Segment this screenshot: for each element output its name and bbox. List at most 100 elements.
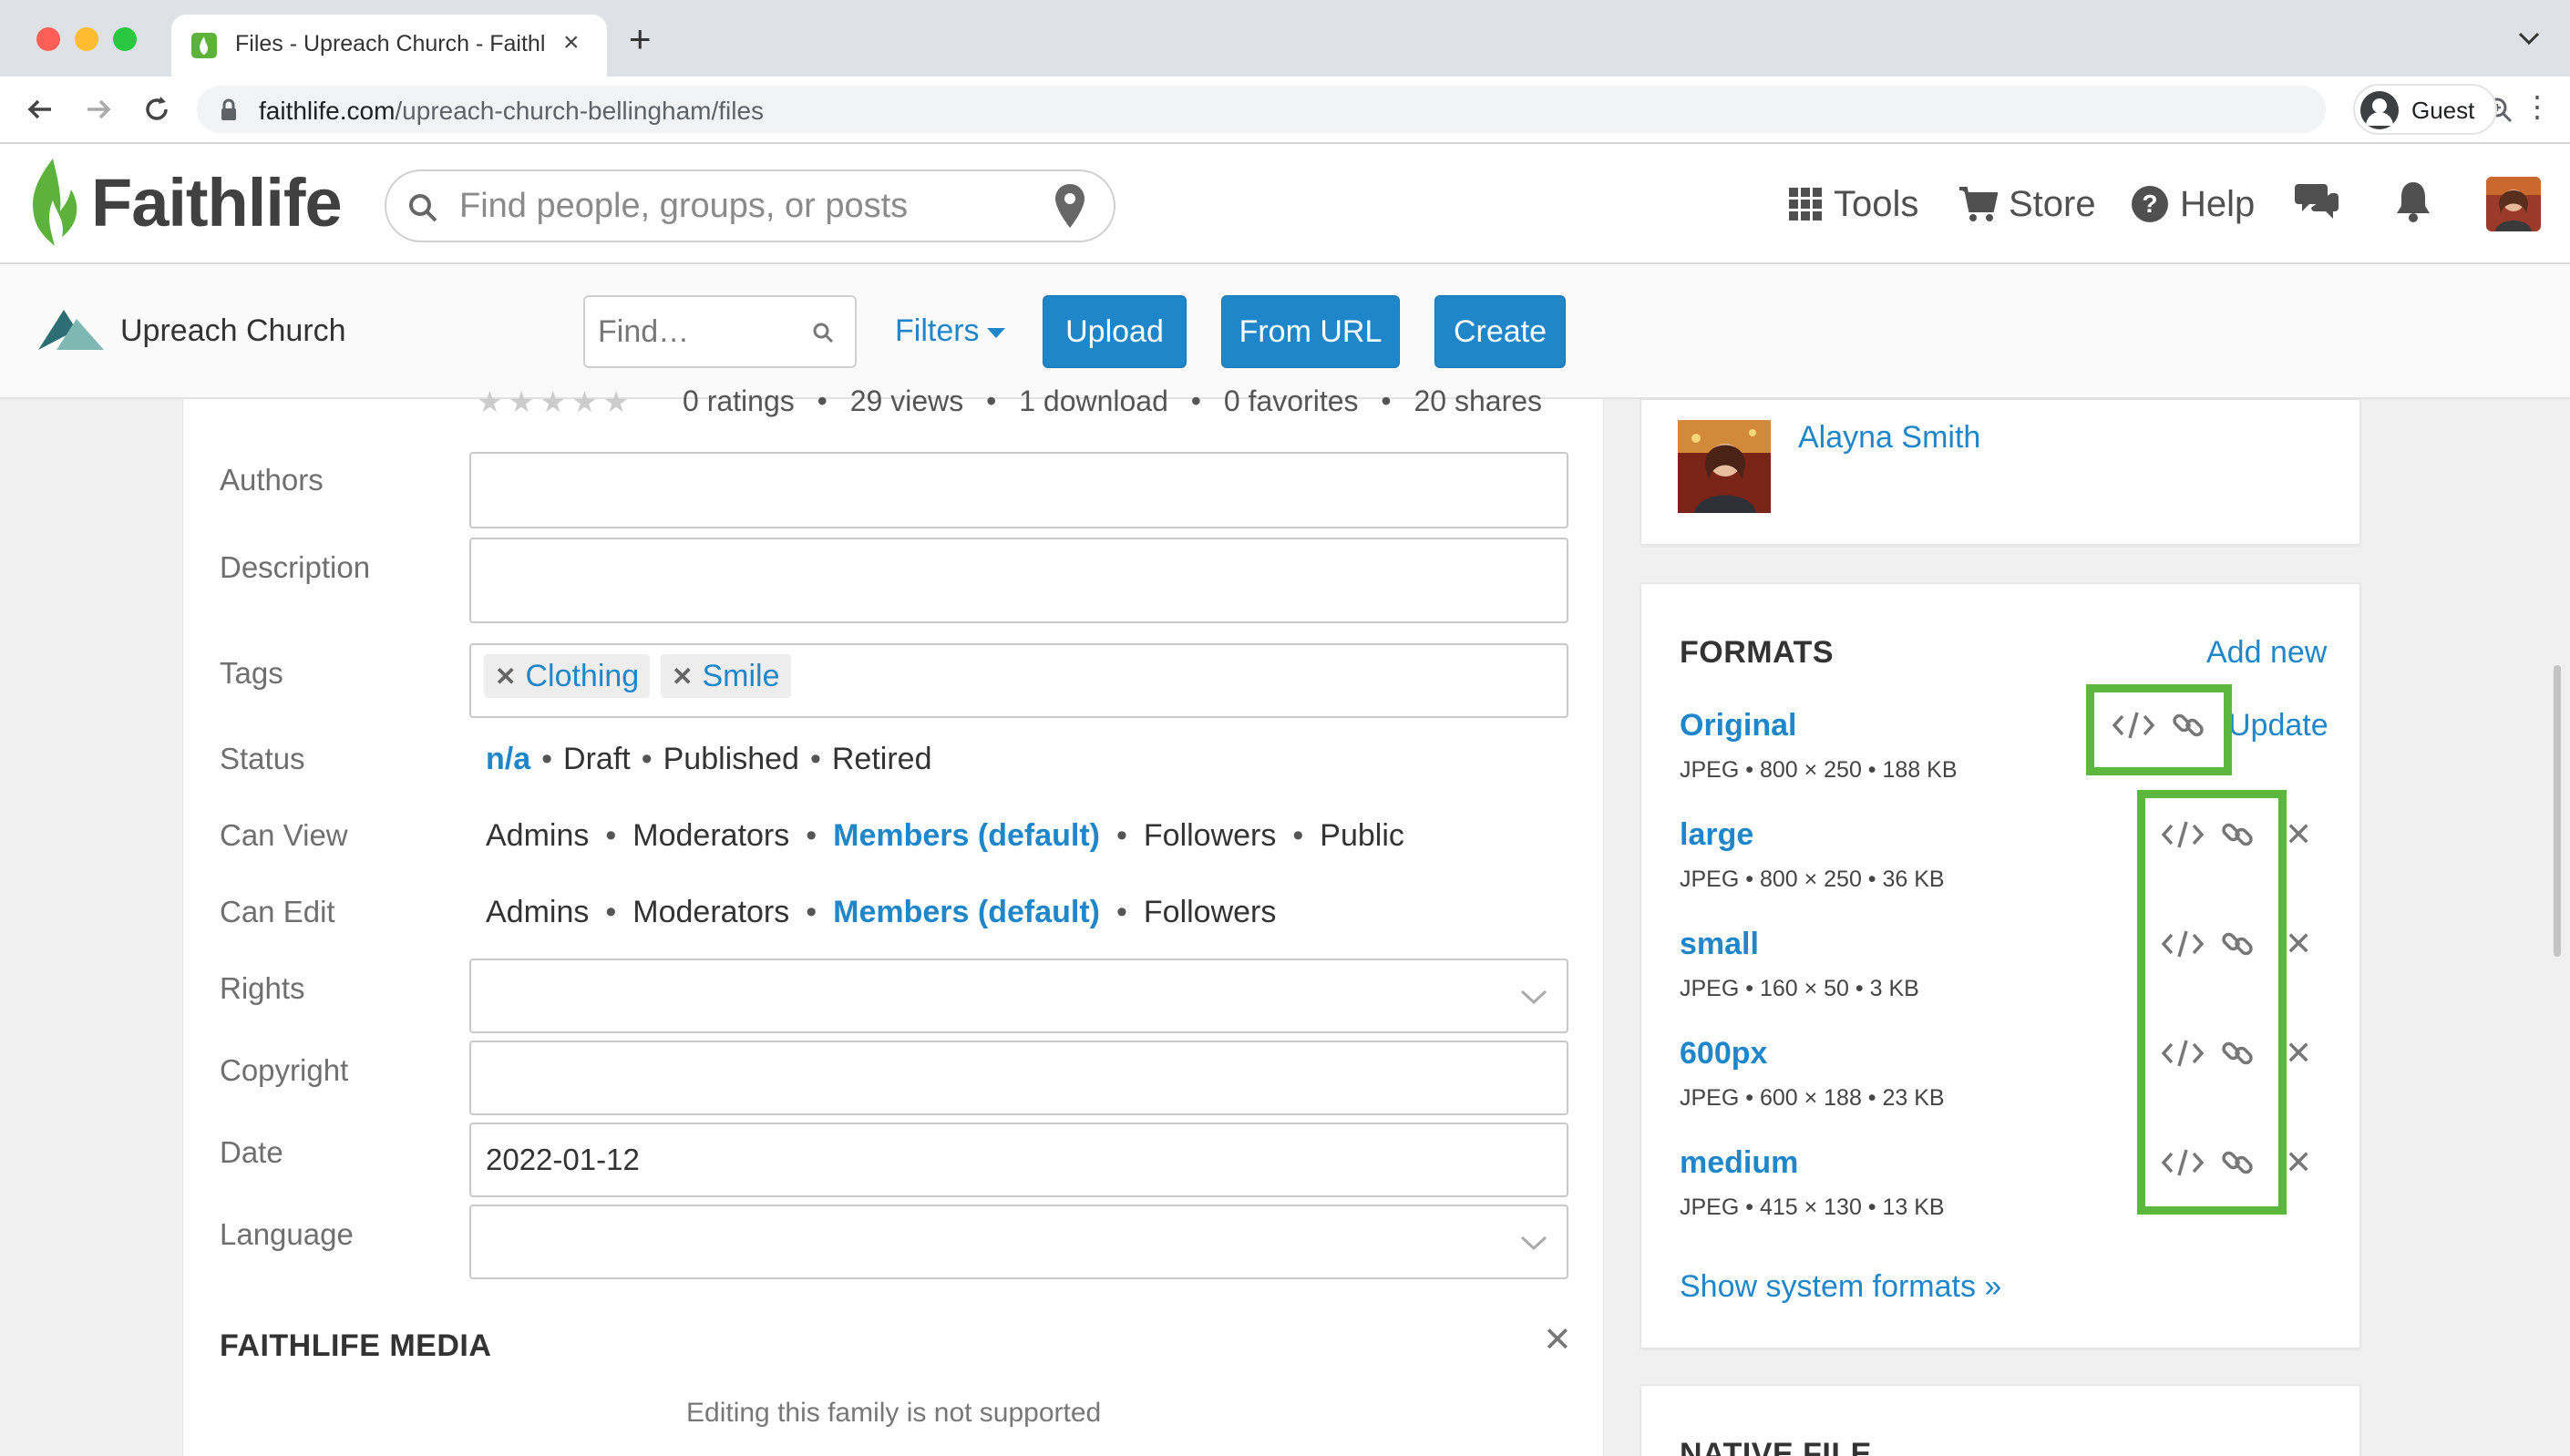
date-value: 2022-01-12	[486, 1143, 640, 1176]
location-pin-icon[interactable]	[1052, 182, 1088, 234]
tab-close-icon[interactable]: ×	[563, 27, 580, 58]
faithlife-flame-icon[interactable]	[26, 157, 84, 252]
can-view-followers[interactable]: Followers	[1144, 818, 1276, 853]
group-toolbar: Upreach Church Filters Upload From URL C…	[0, 264, 2570, 399]
rights-select[interactable]	[469, 959, 1568, 1033]
notifications-bell-icon[interactable]	[2395, 179, 2431, 227]
status-options: n/a • Draft • Published • Retired	[486, 742, 932, 776]
ratings-count: 0 ratings	[683, 385, 795, 417]
delete-format-icon[interactable]: ✕	[2285, 1143, 2312, 1182]
format-small-link[interactable]: small	[1680, 927, 1759, 962]
tag-clothing[interactable]: ✕ Clothing	[484, 654, 651, 698]
author-avatar[interactable]	[1678, 420, 1771, 513]
status-option-published[interactable]: Published	[663, 742, 799, 776]
highlight-format-actions	[2137, 790, 2287, 1215]
status-option-retired[interactable]: Retired	[832, 742, 932, 776]
faithlife-logo[interactable]: Faithlife	[91, 164, 343, 241]
format-original-meta: JPEG • 800 × 250 • 188 KB	[1680, 757, 1958, 783]
browser-address-bar: faithlife.com/upreach-church-bellingham/…	[0, 77, 2570, 144]
author-name-link[interactable]: Alayna Smith	[1798, 420, 1980, 456]
copyright-field[interactable]	[469, 1041, 1568, 1115]
messages-icon[interactable]	[2295, 180, 2339, 225]
can-view-public[interactable]: Public	[1320, 818, 1404, 853]
description-field[interactable]	[469, 538, 1568, 623]
help-menu[interactable]: ? Help	[2131, 179, 2255, 230]
native-file-heading: NATIVE FILE	[1680, 1437, 1872, 1456]
close-window-button[interactable]	[36, 27, 60, 51]
format-small-meta: JPEG • 160 × 50 • 3 KB	[1680, 976, 1919, 1001]
files-find-box[interactable]	[583, 295, 857, 368]
filters-dropdown[interactable]: Filters	[895, 313, 1005, 349]
files-find-input[interactable]	[598, 312, 798, 352]
store-menu[interactable]: Store	[1958, 179, 2096, 230]
create-button[interactable]: Create	[1434, 295, 1566, 368]
browser-menu-icon[interactable]: ⋮	[2523, 89, 2552, 124]
format-large-link[interactable]: large	[1680, 817, 1753, 853]
status-option-draft[interactable]: Draft	[563, 742, 631, 776]
lock-icon[interactable]	[219, 98, 239, 127]
views-count: 29 views	[849, 385, 964, 417]
status-option-na[interactable]: n/a	[486, 742, 530, 776]
upload-button[interactable]: Upload	[1043, 295, 1187, 368]
url-text[interactable]: faithlife.com/upreach-church-bellingham/…	[259, 97, 764, 126]
page-scrollbar[interactable]	[2554, 665, 2561, 957]
authors-field[interactable]	[469, 452, 1568, 528]
can-view-options: Admins • Moderators • Members (default) • Foll…	[486, 818, 1404, 853]
new-tab-icon[interactable]: +	[629, 20, 652, 58]
rating-stars[interactable]: ★★★★★	[477, 385, 634, 419]
format-original-link[interactable]: Original	[1680, 708, 1796, 743]
can-edit-members[interactable]: Members (default)	[833, 895, 1100, 929]
url-path: /upreach-church-bellingham/files	[395, 97, 765, 125]
address-omnibox[interactable]: faithlife.com/upreach-church-bellingham/…	[197, 86, 2513, 133]
maximize-window-button[interactable]	[113, 27, 137, 51]
status-label: Status	[220, 742, 305, 775]
description-label: Description	[220, 550, 371, 584]
from-url-button[interactable]: From URL	[1221, 295, 1400, 368]
tag-smile[interactable]: ✕ Smile	[661, 654, 791, 698]
format-medium-meta: JPEG • 415 × 130 • 13 KB	[1680, 1195, 1945, 1220]
delete-format-icon[interactable]: ✕	[2285, 1034, 2312, 1072]
user-avatar[interactable]	[2486, 177, 2541, 231]
cart-icon	[1959, 187, 1998, 221]
group-logo-icon[interactable]	[38, 308, 104, 356]
site-header: Faithlife Tools Store ? Help	[0, 144, 2570, 264]
add-new-format-link[interactable]: Add new	[2206, 635, 2327, 671]
delete-format-icon[interactable]: ✕	[2285, 815, 2312, 854]
can-view-moderators[interactable]: Moderators	[632, 818, 789, 853]
group-name[interactable]: Upreach Church	[120, 313, 346, 349]
tab-search-chevron-icon[interactable]	[2517, 29, 2541, 52]
tag-label: Clothing	[525, 658, 640, 693]
back-arrow-icon[interactable]	[22, 91, 58, 128]
format-600px-link[interactable]: 600px	[1680, 1036, 1767, 1071]
tags-field[interactable]: ✕ Clothing ✕ Smile	[469, 643, 1568, 718]
browser-tab[interactable]: Files - Upreach Church - Faithlife ×	[171, 15, 607, 77]
tag-label: Smile	[702, 658, 780, 693]
remove-tag-icon[interactable]: ✕	[672, 661, 693, 692]
caret-down-icon	[986, 327, 1005, 338]
can-edit-moderators[interactable]: Moderators	[632, 895, 789, 929]
faithlife-media-heading: FAITHLIFE MEDIA	[220, 1328, 492, 1363]
format-medium-link[interactable]: medium	[1680, 1145, 1798, 1181]
language-select[interactable]	[469, 1205, 1568, 1279]
date-field[interactable]: 2022-01-12	[469, 1123, 1568, 1197]
copyright-label: Copyright	[220, 1053, 349, 1087]
update-original-link[interactable]: Update	[2228, 708, 2328, 743]
forward-arrow-icon[interactable]	[80, 91, 117, 128]
show-system-formats-link[interactable]: Show system formats »	[1680, 1269, 2001, 1305]
guest-avatar-icon	[2360, 91, 2399, 129]
reload-icon[interactable]	[139, 91, 175, 128]
remove-tag-icon[interactable]: ✕	[495, 661, 516, 692]
can-view-members[interactable]: Members (default)	[833, 818, 1100, 853]
site-search-input[interactable]	[459, 184, 1043, 228]
profile-button[interactable]: Guest	[2353, 84, 2497, 135]
can-edit-followers[interactable]: Followers	[1144, 895, 1276, 929]
url-host: faithlife.com	[259, 97, 396, 125]
can-edit-admins[interactable]: Admins	[486, 895, 589, 929]
delete-format-icon[interactable]: ✕	[2285, 925, 2312, 963]
tools-menu[interactable]: Tools	[1788, 179, 1918, 230]
can-view-admins[interactable]: Admins	[486, 818, 589, 853]
minimize-window-button[interactable]	[75, 27, 98, 51]
site-search-box[interactable]	[385, 169, 1115, 242]
search-icon[interactable]	[811, 321, 835, 349]
close-icon[interactable]: ✕	[1543, 1319, 1572, 1360]
